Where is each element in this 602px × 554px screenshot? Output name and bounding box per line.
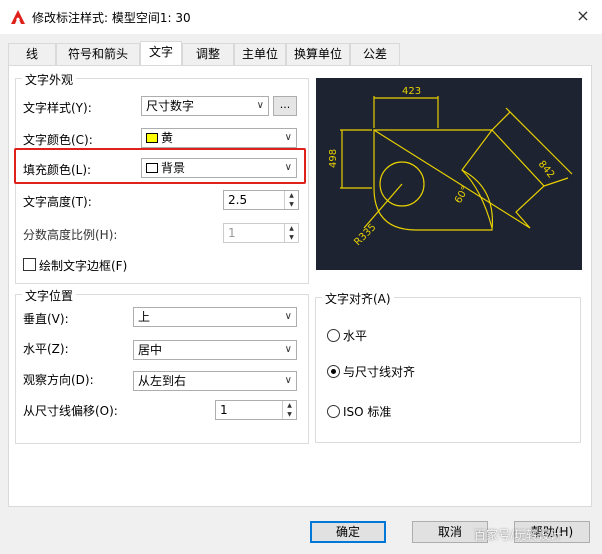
text-style-label: 文字样式(Y): — [23, 101, 92, 115]
horizontal-label: 水平(Z): — [23, 342, 69, 356]
offset-value: 1 — [220, 403, 228, 417]
text-height-value: 2.5 — [228, 193, 248, 207]
vertical-value: 上 — [138, 310, 151, 324]
text-style-browse-button[interactable]: ... — [273, 96, 297, 116]
spin-down-icon[interactable]: ▼ — [285, 233, 298, 242]
vertical-select[interactable]: 上 ∨ — [133, 307, 297, 327]
dimension-preview: 423 498 842 60° R335 — [316, 78, 582, 270]
chevron-down-icon: ∨ — [284, 375, 292, 386]
spin-down-icon[interactable]: ▼ — [283, 410, 296, 419]
spinner-buttons[interactable]: ▲ ▼ — [284, 191, 298, 209]
chevron-down-icon: ∨ — [284, 311, 292, 322]
draw-frame-checkbox[interactable] — [23, 258, 36, 271]
align-with-dimline-label: 与尺寸线对齐 — [343, 365, 416, 379]
fraction-height-label: 分数高度比例(H): — [23, 228, 118, 242]
fraction-height-value: 1 — [228, 226, 236, 240]
text-color-select[interactable]: 黄 ∨ — [141, 128, 297, 148]
tab-primary-units[interactable]: 主单位 — [234, 43, 286, 65]
horizontal-select[interactable]: 居中 ∨ — [133, 340, 297, 360]
ok-button[interactable]: 确定 — [310, 521, 386, 543]
preview-dim-top: 423 — [402, 86, 421, 97]
offset-spinner[interactable]: 1 ▲ ▼ — [215, 400, 297, 420]
spin-up-icon[interactable]: ▲ — [285, 224, 298, 233]
text-color-label: 文字颜色(C): — [23, 133, 93, 147]
chevron-down-icon: ∨ — [256, 100, 264, 111]
watermark: 百家号/玩转设计 — [474, 528, 563, 542]
spin-down-icon[interactable]: ▼ — [285, 200, 298, 209]
view-direction-label: 观察方向(D): — [23, 373, 94, 387]
align-horizontal-label: 水平 — [343, 329, 368, 343]
tab-strip: 线 符号和箭头 文字 调整 主单位 换算单位 公差 — [8, 41, 400, 65]
align-horizontal-radio[interactable] — [327, 329, 340, 342]
autocad-app-icon — [11, 10, 25, 24]
text-alignment-legend: 文字对齐(A) — [322, 290, 394, 307]
tab-symbols-arrows[interactable]: 符号和箭头 — [56, 43, 140, 65]
chevron-down-icon: ∨ — [284, 344, 292, 355]
vertical-label: 垂直(V): — [23, 312, 69, 326]
text-height-spinner[interactable]: 2.5 ▲ ▼ — [223, 190, 299, 210]
chevron-down-icon: ∨ — [284, 132, 292, 143]
close-icon[interactable]: × — [572, 5, 594, 27]
text-height-label: 文字高度(T): — [23, 195, 92, 209]
fraction-height-spinner[interactable]: 1 ▲ ▼ — [223, 223, 299, 243]
text-style-value: 尺寸数字 — [146, 99, 195, 113]
tab-fit[interactable]: 调整 — [182, 43, 234, 65]
fill-color-highlight — [14, 148, 306, 184]
align-iso-label: ISO 标准 — [343, 405, 392, 419]
spin-up-icon[interactable]: ▲ — [283, 401, 296, 410]
horizontal-value: 居中 — [138, 343, 163, 357]
yellow-swatch-icon — [146, 133, 158, 143]
spin-up-icon[interactable]: ▲ — [285, 191, 298, 200]
align-with-dimline-radio[interactable] — [327, 365, 340, 378]
text-placement-legend: 文字位置 — [22, 287, 77, 304]
text-style-select[interactable]: 尺寸数字 ∨ — [141, 96, 269, 116]
spinner-buttons[interactable]: ▲ ▼ — [282, 401, 296, 419]
offset-label: 从尺寸线偏移(O): — [23, 404, 118, 418]
tab-tolerances[interactable]: 公差 — [350, 43, 400, 65]
draw-frame-label: 绘制文字边框(F) — [39, 259, 128, 273]
text-appearance-legend: 文字外观 — [22, 71, 77, 88]
view-direction-select[interactable]: 从左到右 ∨ — [133, 371, 297, 391]
view-direction-value: 从左到右 — [138, 374, 187, 388]
align-iso-radio[interactable] — [327, 405, 340, 418]
spinner-buttons[interactable]: ▲ ▼ — [284, 224, 298, 242]
window-title: 修改标注样式: 模型空间1: 30 — [32, 11, 191, 25]
preview-dim-left: 498 — [328, 149, 339, 168]
tab-text[interactable]: 文字 — [140, 41, 182, 65]
text-color-value: 黄 — [161, 131, 174, 145]
tab-lines[interactable]: 线 — [8, 43, 56, 65]
tab-alternate-units[interactable]: 换算单位 — [286, 43, 350, 65]
